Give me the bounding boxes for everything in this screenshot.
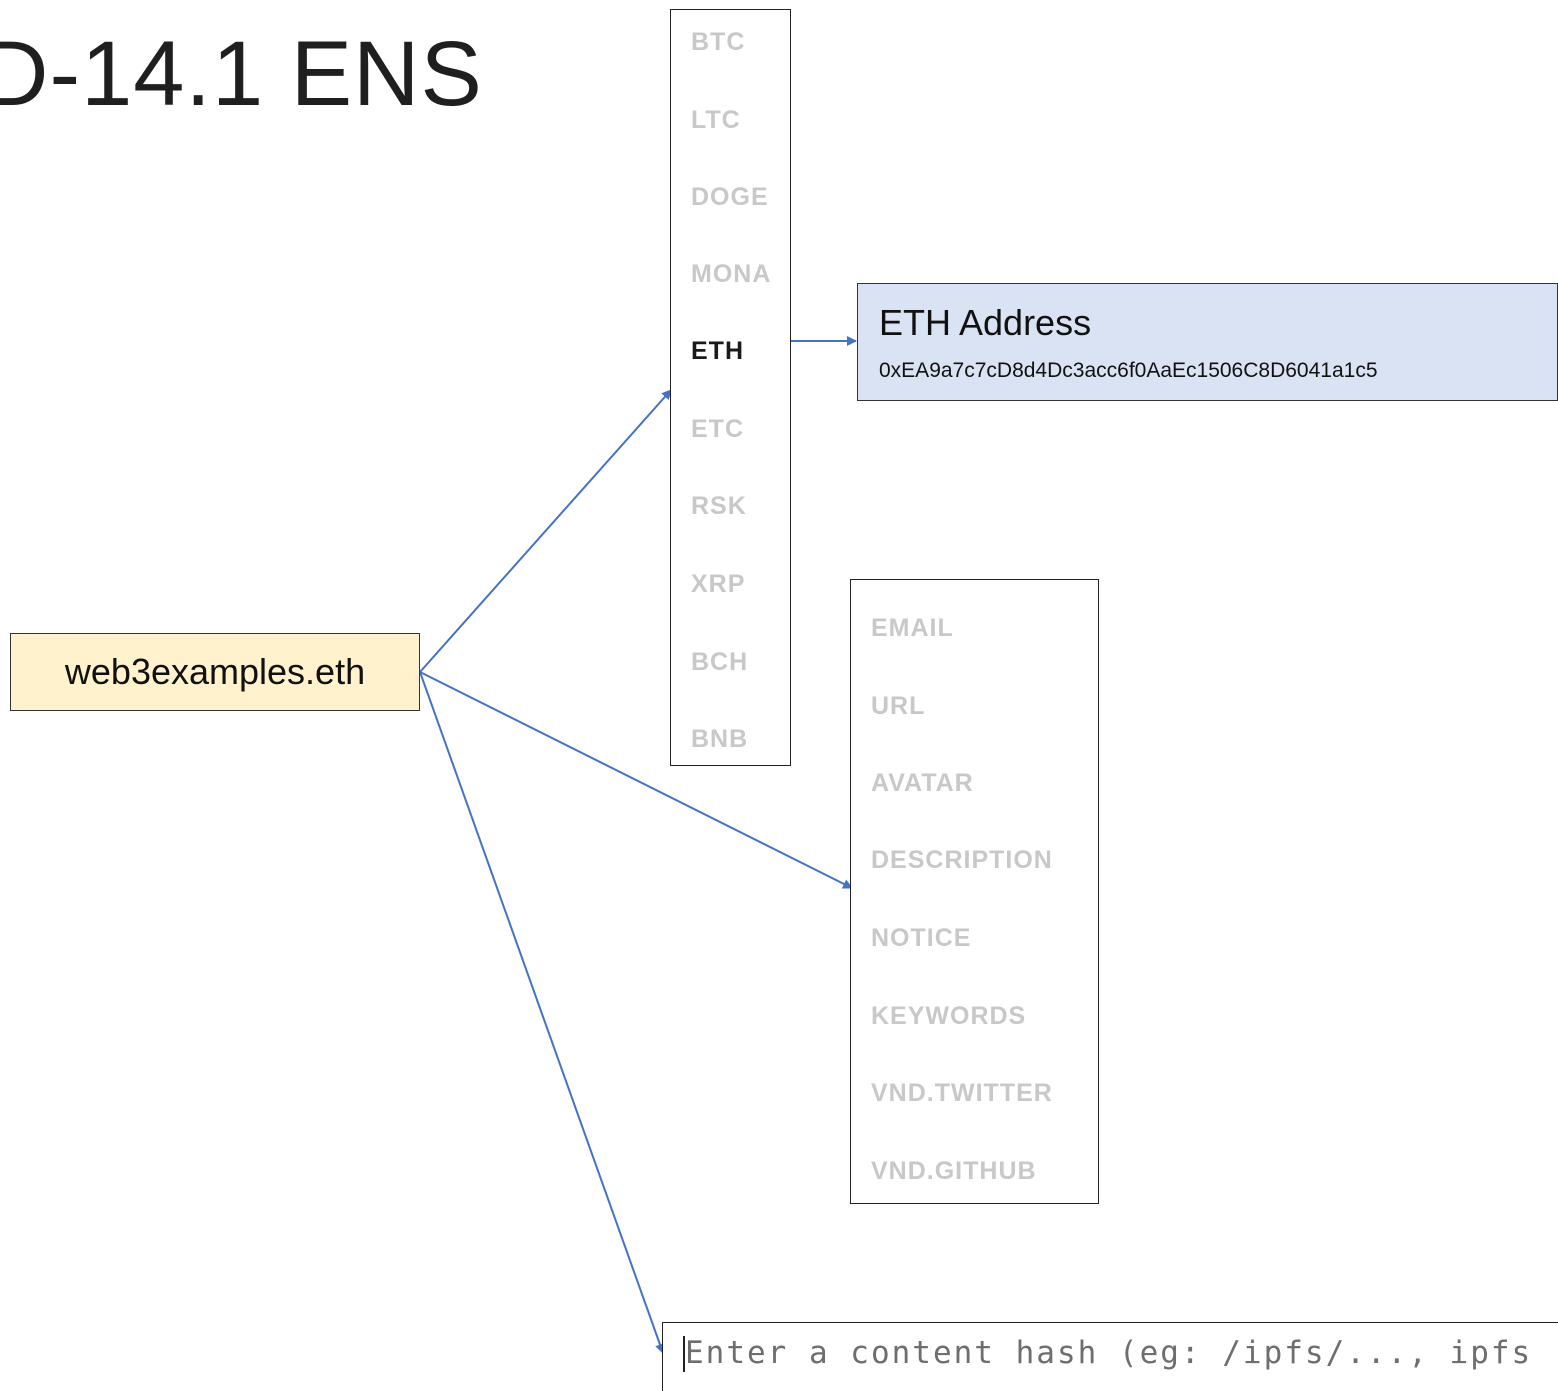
coin-item-btc[interactable]: BTC — [691, 30, 745, 55]
text-record-description[interactable]: DESCRIPTION — [871, 848, 1053, 873]
coin-item-bch[interactable]: BCH — [691, 650, 748, 675]
text-record-keywords[interactable]: KEYWORDS — [871, 1004, 1026, 1029]
coin-item-doge[interactable]: DOGE — [691, 185, 769, 210]
text-record-vnd-github[interactable]: VND.GITHUB — [871, 1159, 1037, 1184]
ens-name-label: web3examples.eth — [64, 651, 366, 692]
coin-item-mona[interactable]: MONA — [691, 262, 771, 287]
coin-item-eth[interactable]: ETH — [691, 339, 744, 364]
content-hash-placeholder: Enter a content hash (eg: /ipfs/..., ipf… — [685, 1335, 1533, 1371]
text-record-notice[interactable]: NOTICE — [871, 926, 971, 951]
arrow-to-content-hash — [419, 671, 665, 1354]
eth-address-title: ETH Address — [879, 302, 1092, 343]
coin-type-list: BTC LTC DOGE MONA ETH ETC RSK XRP BCH BN… — [670, 9, 791, 766]
text-record-url[interactable]: URL — [871, 694, 925, 719]
text-record-vnd-twitter[interactable]: VND.TWITTER — [871, 1081, 1053, 1106]
coin-item-ltc[interactable]: LTC — [691, 108, 741, 133]
text-record-avatar[interactable]: AVATAR — [871, 771, 974, 796]
coin-item-xrp[interactable]: XRP — [691, 572, 745, 597]
text-record-email[interactable]: EMAIL — [871, 616, 954, 641]
text-record-list: EMAIL URL AVATAR DESCRIPTION NOTICE KEYW… — [850, 579, 1099, 1204]
ens-name-box: web3examples.eth — [10, 633, 420, 711]
arrow-to-coin-list — [419, 389, 672, 673]
coin-item-bnb[interactable]: BNB — [691, 727, 748, 752]
eth-address-box: ETH Address 0xEA9a7c7cD8d4Dc3acc6f0AaEc1… — [857, 283, 1558, 401]
coin-item-etc[interactable]: ETC — [691, 417, 744, 442]
content-hash-input[interactable]: Enter a content hash (eg: /ipfs/..., ipf… — [662, 1322, 1558, 1391]
coin-item-rsk[interactable]: RSK — [691, 494, 747, 519]
eth-address-value: 0xEA9a7c7cD8d4Dc3acc6f0AaEc1506C8D6041a1… — [879, 359, 1378, 382]
